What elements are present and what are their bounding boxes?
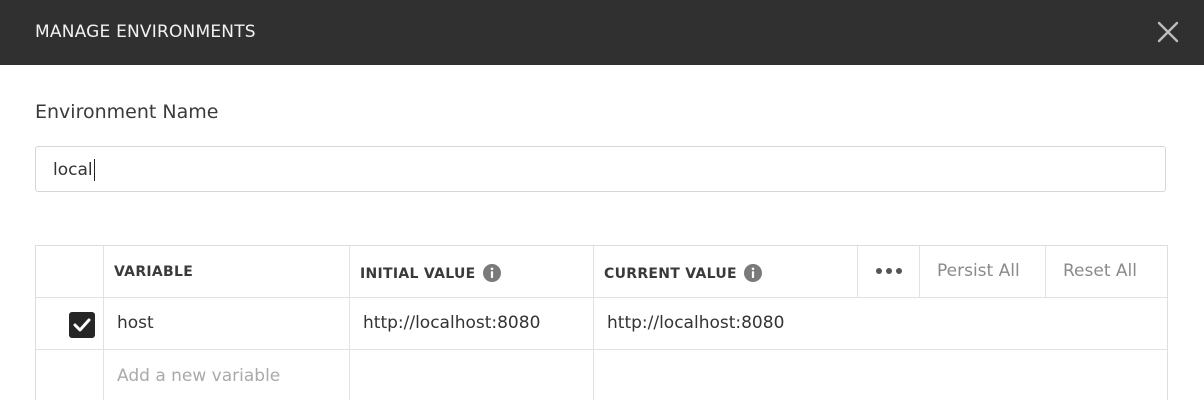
modal-header: MANAGE ENVIRONMENTS xyxy=(0,0,1204,65)
header-initial-value-cell: INITIAL VALUE xyxy=(350,246,594,297)
close-icon xyxy=(1157,21,1179,43)
table-actions: Persist All Reset All xyxy=(857,246,1167,298)
variable-name-cell[interactable]: host xyxy=(104,298,350,349)
table-header-row: VARIABLE INITIAL VALUE CURRENT VALUE Per… xyxy=(36,246,1167,298)
current-value: http://localhost:8080 xyxy=(607,313,785,333)
modal-title: MANAGE ENVIRONMENTS xyxy=(35,22,256,42)
column-header-current-value: CURRENT VALUE xyxy=(604,264,762,282)
manage-environments-modal: MANAGE ENVIRONMENTS Environment Name loc… xyxy=(0,0,1204,400)
environment-name-label: Environment Name xyxy=(35,101,219,123)
header-current-value-cell: CURRENT VALUE Persist All Reset All xyxy=(594,246,1167,298)
header-checkbox-cell xyxy=(36,246,104,297)
text-caret xyxy=(93,159,95,181)
reset-all-label: Reset All xyxy=(1063,261,1137,281)
current-value-cell[interactable]: http://localhost:8080 xyxy=(594,298,1167,349)
environment-name-input[interactable]: local xyxy=(35,146,1166,192)
persist-all-button[interactable]: Persist All xyxy=(919,246,1045,298)
close-button[interactable] xyxy=(1154,18,1182,46)
variable-enabled-checkbox[interactable] xyxy=(69,312,95,338)
more-dots-icon xyxy=(876,268,902,274)
environment-name-value: local xyxy=(53,160,93,180)
column-header-variable: VARIABLE xyxy=(114,264,194,280)
new-variable-placeholder: Add a new variable xyxy=(117,366,281,386)
new-initial-value-cell[interactable] xyxy=(350,350,594,400)
new-row-checkbox-cell xyxy=(36,350,104,400)
variables-table: VARIABLE INITIAL VALUE CURRENT VALUE Per… xyxy=(35,245,1168,400)
column-header-initial-value: INITIAL VALUE xyxy=(360,264,501,282)
initial-value: http://localhost:8080 xyxy=(363,313,541,333)
persist-all-label: Persist All xyxy=(937,261,1020,281)
initial-value-cell[interactable]: http://localhost:8080 xyxy=(350,298,594,349)
reset-all-button[interactable]: Reset All xyxy=(1045,246,1167,298)
table-row: host http://localhost:8080 http://localh… xyxy=(36,298,1167,350)
info-icon[interactable] xyxy=(743,264,762,282)
new-variable-row: Add a new variable xyxy=(36,350,1167,400)
new-current-value-cell[interactable] xyxy=(594,350,1167,400)
row-checkbox-cell xyxy=(36,298,104,349)
checkmark-icon xyxy=(73,318,91,332)
info-icon[interactable] xyxy=(482,264,501,282)
variable-name: host xyxy=(117,313,154,333)
more-actions-button[interactable] xyxy=(857,246,919,298)
new-variable-input[interactable]: Add a new variable xyxy=(104,350,350,400)
header-variable-cell: VARIABLE xyxy=(104,246,350,297)
